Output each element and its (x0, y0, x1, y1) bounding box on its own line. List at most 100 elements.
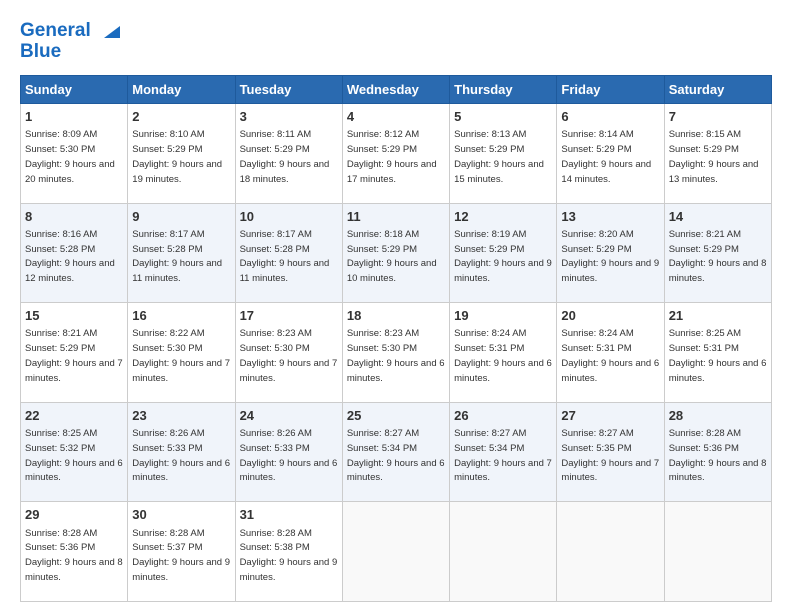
page: General Blue SundayMondayTuesdayWednesda… (0, 0, 792, 612)
day-info: Sunrise: 8:27 AM Sunset: 5:35 PM Dayligh… (561, 428, 659, 483)
day-info: Sunrise: 8:28 AM Sunset: 5:37 PM Dayligh… (132, 528, 230, 583)
calendar-cell: 7 Sunrise: 8:15 AM Sunset: 5:29 PM Dayli… (664, 103, 771, 203)
day-info: Sunrise: 8:17 AM Sunset: 5:28 PM Dayligh… (132, 229, 222, 284)
day-info: Sunrise: 8:21 AM Sunset: 5:29 PM Dayligh… (25, 328, 123, 383)
calendar-cell: 16 Sunrise: 8:22 AM Sunset: 5:30 PM Dayl… (128, 303, 235, 403)
day-of-week-header: Saturday (664, 75, 771, 103)
day-number: 4 (347, 108, 445, 126)
calendar-cell (450, 502, 557, 602)
day-info: Sunrise: 8:19 AM Sunset: 5:29 PM Dayligh… (454, 229, 552, 284)
day-number: 17 (240, 307, 338, 325)
day-number: 16 (132, 307, 230, 325)
day-number: 20 (561, 307, 659, 325)
day-info: Sunrise: 8:20 AM Sunset: 5:29 PM Dayligh… (561, 229, 659, 284)
calendar-cell: 24 Sunrise: 8:26 AM Sunset: 5:33 PM Dayl… (235, 402, 342, 502)
calendar-cell: 18 Sunrise: 8:23 AM Sunset: 5:30 PM Dayl… (342, 303, 449, 403)
calendar-cell: 12 Sunrise: 8:19 AM Sunset: 5:29 PM Dayl… (450, 203, 557, 303)
calendar-cell: 2 Sunrise: 8:10 AM Sunset: 5:29 PM Dayli… (128, 103, 235, 203)
calendar-cell: 21 Sunrise: 8:25 AM Sunset: 5:31 PM Dayl… (664, 303, 771, 403)
day-info: Sunrise: 8:15 AM Sunset: 5:29 PM Dayligh… (669, 129, 759, 184)
calendar-table: SundayMondayTuesdayWednesdayThursdayFrid… (20, 75, 772, 602)
calendar-cell (342, 502, 449, 602)
calendar-cell: 10 Sunrise: 8:17 AM Sunset: 5:28 PM Dayl… (235, 203, 342, 303)
calendar-cell: 15 Sunrise: 8:21 AM Sunset: 5:29 PM Dayl… (21, 303, 128, 403)
calendar-week-row: 15 Sunrise: 8:21 AM Sunset: 5:29 PM Dayl… (21, 303, 772, 403)
day-info: Sunrise: 8:21 AM Sunset: 5:29 PM Dayligh… (669, 229, 767, 284)
day-of-week-header: Sunday (21, 75, 128, 103)
days-of-week-row: SundayMondayTuesdayWednesdayThursdayFrid… (21, 75, 772, 103)
day-number: 6 (561, 108, 659, 126)
day-number: 11 (347, 208, 445, 226)
day-info: Sunrise: 8:25 AM Sunset: 5:31 PM Dayligh… (669, 328, 767, 383)
day-number: 2 (132, 108, 230, 126)
day-number: 8 (25, 208, 123, 226)
logo: General Blue (20, 20, 120, 63)
day-number: 13 (561, 208, 659, 226)
day-number: 15 (25, 307, 123, 325)
calendar-cell: 11 Sunrise: 8:18 AM Sunset: 5:29 PM Dayl… (342, 203, 449, 303)
day-number: 5 (454, 108, 552, 126)
day-number: 18 (347, 307, 445, 325)
day-number: 7 (669, 108, 767, 126)
day-info: Sunrise: 8:23 AM Sunset: 5:30 PM Dayligh… (240, 328, 338, 383)
day-number: 1 (25, 108, 123, 126)
day-info: Sunrise: 8:28 AM Sunset: 5:36 PM Dayligh… (669, 428, 767, 483)
day-number: 25 (347, 407, 445, 425)
day-info: Sunrise: 8:27 AM Sunset: 5:34 PM Dayligh… (454, 428, 552, 483)
calendar-week-row: 29 Sunrise: 8:28 AM Sunset: 5:36 PM Dayl… (21, 502, 772, 602)
calendar-cell: 1 Sunrise: 8:09 AM Sunset: 5:30 PM Dayli… (21, 103, 128, 203)
day-number: 30 (132, 506, 230, 524)
day-number: 9 (132, 208, 230, 226)
day-info: Sunrise: 8:27 AM Sunset: 5:34 PM Dayligh… (347, 428, 445, 483)
calendar-week-row: 22 Sunrise: 8:25 AM Sunset: 5:32 PM Dayl… (21, 402, 772, 502)
calendar-cell: 14 Sunrise: 8:21 AM Sunset: 5:29 PM Dayl… (664, 203, 771, 303)
calendar-cell: 31 Sunrise: 8:28 AM Sunset: 5:38 PM Dayl… (235, 502, 342, 602)
calendar-cell: 26 Sunrise: 8:27 AM Sunset: 5:34 PM Dayl… (450, 402, 557, 502)
day-number: 28 (669, 407, 767, 425)
day-of-week-header: Tuesday (235, 75, 342, 103)
calendar-cell: 9 Sunrise: 8:17 AM Sunset: 5:28 PM Dayli… (128, 203, 235, 303)
calendar-week-row: 1 Sunrise: 8:09 AM Sunset: 5:30 PM Dayli… (21, 103, 772, 203)
calendar-cell: 25 Sunrise: 8:27 AM Sunset: 5:34 PM Dayl… (342, 402, 449, 502)
calendar-cell: 29 Sunrise: 8:28 AM Sunset: 5:36 PM Dayl… (21, 502, 128, 602)
day-info: Sunrise: 8:11 AM Sunset: 5:29 PM Dayligh… (240, 129, 330, 184)
calendar-cell: 4 Sunrise: 8:12 AM Sunset: 5:29 PM Dayli… (342, 103, 449, 203)
calendar-cell: 8 Sunrise: 8:16 AM Sunset: 5:28 PM Dayli… (21, 203, 128, 303)
day-number: 26 (454, 407, 552, 425)
calendar-cell: 23 Sunrise: 8:26 AM Sunset: 5:33 PM Dayl… (128, 402, 235, 502)
header: General Blue (20, 20, 772, 63)
day-number: 19 (454, 307, 552, 325)
calendar-cell: 19 Sunrise: 8:24 AM Sunset: 5:31 PM Dayl… (450, 303, 557, 403)
day-info: Sunrise: 8:13 AM Sunset: 5:29 PM Dayligh… (454, 129, 544, 184)
calendar-cell: 3 Sunrise: 8:11 AM Sunset: 5:29 PM Dayli… (235, 103, 342, 203)
day-number: 23 (132, 407, 230, 425)
calendar-body: 1 Sunrise: 8:09 AM Sunset: 5:30 PM Dayli… (21, 103, 772, 601)
day-info: Sunrise: 8:12 AM Sunset: 5:29 PM Dayligh… (347, 129, 437, 184)
calendar-cell: 27 Sunrise: 8:27 AM Sunset: 5:35 PM Dayl… (557, 402, 664, 502)
day-info: Sunrise: 8:26 AM Sunset: 5:33 PM Dayligh… (132, 428, 230, 483)
day-info: Sunrise: 8:10 AM Sunset: 5:29 PM Dayligh… (132, 129, 222, 184)
day-number: 14 (669, 208, 767, 226)
logo-triangle-icon (98, 20, 120, 42)
day-info: Sunrise: 8:24 AM Sunset: 5:31 PM Dayligh… (561, 328, 659, 383)
day-info: Sunrise: 8:22 AM Sunset: 5:30 PM Dayligh… (132, 328, 230, 383)
day-of-week-header: Friday (557, 75, 664, 103)
day-info: Sunrise: 8:09 AM Sunset: 5:30 PM Dayligh… (25, 129, 115, 184)
day-info: Sunrise: 8:26 AM Sunset: 5:33 PM Dayligh… (240, 428, 338, 483)
calendar-cell: 20 Sunrise: 8:24 AM Sunset: 5:31 PM Dayl… (557, 303, 664, 403)
calendar-cell (557, 502, 664, 602)
day-number: 27 (561, 407, 659, 425)
day-number: 31 (240, 506, 338, 524)
logo-line1: General (20, 20, 120, 42)
day-info: Sunrise: 8:28 AM Sunset: 5:38 PM Dayligh… (240, 528, 338, 583)
calendar-cell: 30 Sunrise: 8:28 AM Sunset: 5:37 PM Dayl… (128, 502, 235, 602)
day-info: Sunrise: 8:24 AM Sunset: 5:31 PM Dayligh… (454, 328, 552, 383)
day-info: Sunrise: 8:25 AM Sunset: 5:32 PM Dayligh… (25, 428, 123, 483)
calendar-cell: 6 Sunrise: 8:14 AM Sunset: 5:29 PM Dayli… (557, 103, 664, 203)
day-number: 12 (454, 208, 552, 226)
day-info: Sunrise: 8:16 AM Sunset: 5:28 PM Dayligh… (25, 229, 115, 284)
day-of-week-header: Thursday (450, 75, 557, 103)
day-info: Sunrise: 8:17 AM Sunset: 5:28 PM Dayligh… (240, 229, 330, 284)
day-number: 24 (240, 407, 338, 425)
day-number: 22 (25, 407, 123, 425)
